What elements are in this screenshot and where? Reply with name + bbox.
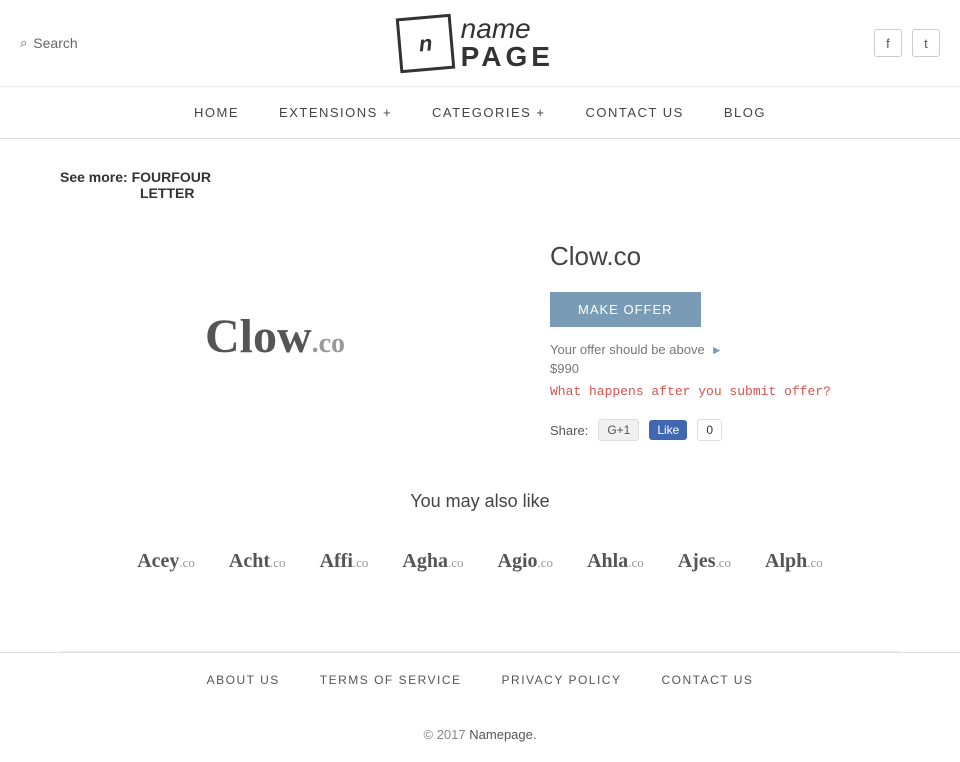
breadcrumb: See more: FOURFOUR LETTER (60, 169, 900, 201)
logo-name: name (461, 15, 554, 43)
share-label: Share: (550, 423, 588, 438)
header: ⌕ Search n name PAGE f t (0, 0, 960, 87)
domain-suggestion-item[interactable]: Acey.co (125, 542, 207, 581)
search-icon: ⌕ (20, 35, 27, 51)
breadcrumb-prefix: See more: (60, 169, 128, 185)
footer-links: ABOUT US TERMS OF SERVICE PRIVACY POLICY… (0, 652, 960, 707)
also-like-title: You may also like (60, 491, 900, 512)
domain-suggestion-item[interactable]: Ahla.co (575, 542, 656, 581)
domain-title: Clow.co (550, 241, 900, 272)
site-logo[interactable]: n name PAGE (398, 15, 554, 71)
domain-suggestion-item[interactable]: Affi.co (308, 542, 381, 581)
search-button[interactable]: ⌕ Search (20, 35, 78, 51)
breadcrumb-tag1[interactable]: FOUR (132, 169, 172, 185)
breadcrumb-tag1-text[interactable]: FOUR (171, 169, 211, 185)
share-row: Share: G+1 Like 0 (550, 419, 900, 441)
copyright-prefix: © 2017 (424, 727, 466, 742)
domain-tld-display: .co (312, 328, 345, 359)
domain-suggestion-item[interactable]: Alph.co (753, 542, 835, 581)
domain-suggestion-item[interactable]: Ajes.co (666, 542, 743, 581)
offer-hint: Your offer should be above ► (550, 342, 900, 357)
domain-suggestion-item[interactable]: Acht.co (217, 542, 298, 581)
domain-showcase: Clow.co Clow.co Make Offer Your offer sh… (60, 231, 900, 441)
google-plus-button[interactable]: G+1 (598, 419, 639, 441)
logo-icon-box: n (395, 13, 455, 73)
main-nav: HOME EXTENSIONS + CATEGORIES + CONTACT U… (0, 87, 960, 139)
domain-info-panel: Clow.co Make Offer Your offer should be … (550, 231, 900, 441)
nav-item-extensions[interactable]: EXTENSIONS + (279, 105, 392, 120)
breadcrumb-tag2[interactable]: LETTER (140, 185, 194, 201)
also-like-section: You may also like Acey.coAcht.coAffi.coA… (60, 491, 900, 621)
domain-logo-area: Clow.co (60, 231, 490, 441)
search-label: Search (33, 35, 77, 51)
social-links: f t (874, 29, 940, 57)
footer-about-us[interactable]: ABOUT US (207, 673, 280, 687)
main-content: See more: FOURFOUR LETTER Clow.co Clow.c… (0, 139, 960, 651)
submit-offer-link[interactable]: What happens after you submit offer? (550, 384, 900, 399)
twitter-icon: t (924, 36, 928, 51)
footer-privacy[interactable]: PRIVACY POLICY (502, 673, 622, 687)
nav-item-categories[interactable]: CATEGORIES + (432, 105, 545, 120)
domain-suggestions: Acey.co Acht.co Affi.coAgha.co Agio.coAhla.… (60, 542, 900, 621)
facebook-link[interactable]: f (874, 29, 902, 57)
logo-page: PAGE (461, 43, 554, 71)
footer-copyright: © 2017 Namepage. (0, 707, 960, 762)
logo-letter: n (417, 29, 433, 56)
nav-item-home[interactable]: HOME (194, 105, 239, 120)
footer-contact-us[interactable]: CONTACT US (661, 673, 753, 687)
domain-name-display: Clow (205, 310, 312, 363)
domain-suggestion-item[interactable]: Agha.co (390, 542, 475, 581)
facebook-icon: f (886, 36, 890, 51)
domain-display-logo: Clow.co (205, 309, 345, 364)
domain-suggestion-item[interactable]: Agio.co (486, 542, 566, 581)
offer-price: $990 (550, 361, 900, 376)
twitter-link[interactable]: t (912, 29, 940, 57)
facebook-count: 0 (697, 419, 722, 441)
logo-text: name PAGE (461, 15, 554, 71)
arrow-right-icon: ► (711, 343, 723, 357)
nav-item-blog[interactable]: BLOG (724, 105, 766, 120)
footer-terms[interactable]: TERMS OF SERVICE (320, 673, 462, 687)
make-offer-button[interactable]: Make Offer (550, 292, 701, 327)
facebook-like-button[interactable]: Like (649, 420, 687, 440)
offer-hint-text: Your offer should be above (550, 342, 705, 357)
nav-item-contact[interactable]: CONTACT US (586, 105, 684, 120)
copyright-brand[interactable]: Namepage. (469, 727, 536, 742)
